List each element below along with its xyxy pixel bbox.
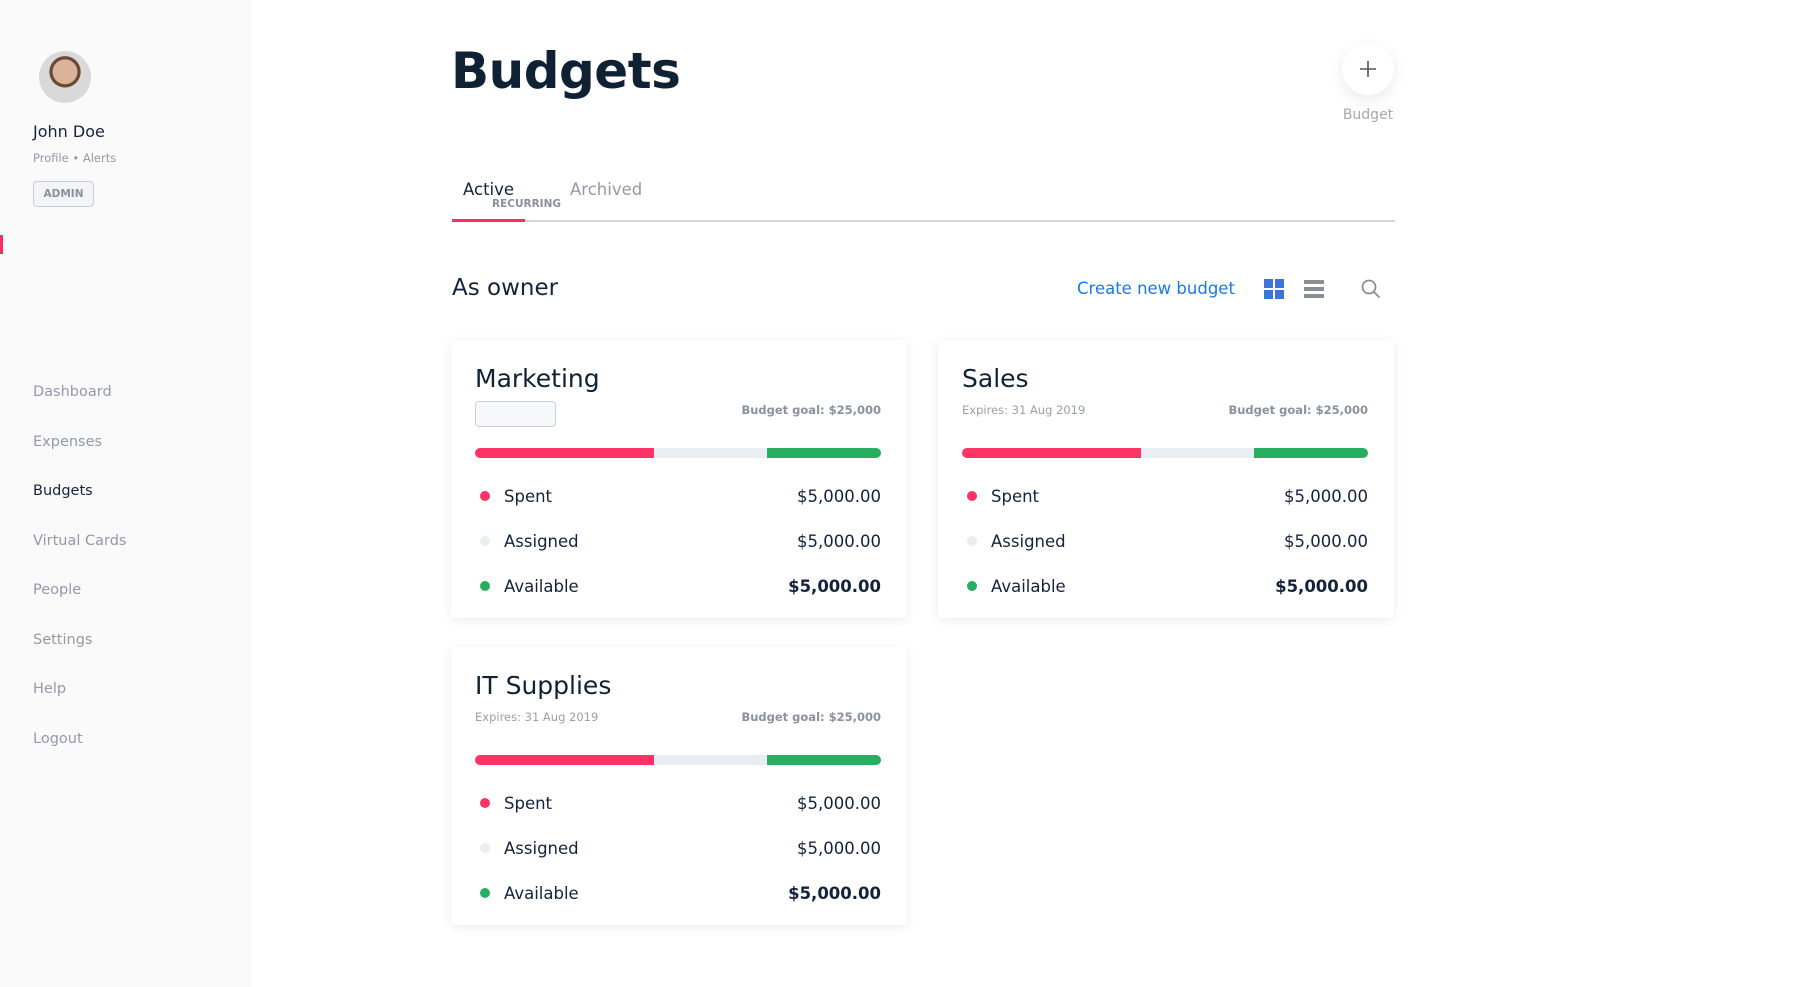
page-title: Budgets: [451, 42, 681, 100]
budget-card[interactable]: IT Supplies Expires: 31 Aug 2019 Budget g…: [451, 647, 907, 925]
budget-row-spent: Spent $5,000.00: [475, 791, 881, 815]
profile-alerts-links[interactable]: Profile • Alerts: [33, 151, 116, 165]
row-value: $5,000.00: [797, 838, 881, 858]
add-budget-button[interactable]: [1342, 43, 1394, 95]
sidebar-item-budgets[interactable]: Budgets: [33, 483, 126, 533]
bar-assigned: [653, 755, 768, 765]
row-label: Spent: [504, 793, 553, 813]
row-value: $5,000.00: [797, 486, 881, 506]
sidebar-item-help[interactable]: Help: [33, 681, 126, 731]
plus-icon: [1360, 61, 1376, 77]
sidebar-item-virtual-cards[interactable]: Virtual Cards: [33, 533, 126, 583]
grid-view-icon[interactable]: [1264, 279, 1284, 299]
tab-archived[interactable]: Archived: [570, 180, 642, 199]
budget-row-spent: Spent $5,000.00: [475, 484, 881, 508]
budget-progress-bar: [962, 448, 1368, 458]
spent-dot-icon: [480, 491, 490, 501]
section-title: As owner: [452, 275, 559, 301]
budget-progress-bar: [475, 448, 881, 458]
row-label: Available: [504, 883, 579, 903]
card-goal: Budget goal: $25,000: [1228, 403, 1368, 417]
row-label: Available: [991, 576, 1066, 596]
active-tab-underline: [452, 219, 525, 222]
budget-row-assigned: Assigned $5,000.00: [475, 529, 881, 553]
bar-assigned: [653, 448, 768, 458]
bar-available: [767, 448, 881, 458]
sidebar-item-settings[interactable]: Settings: [33, 632, 126, 682]
add-budget-label: Budget: [1342, 107, 1394, 123]
sidebar-item-people[interactable]: People: [33, 582, 126, 632]
bar-spent: [475, 755, 654, 765]
bar-spent: [475, 448, 654, 458]
search-icon[interactable]: [1361, 279, 1381, 299]
sidebar-item-logout[interactable]: Logout: [33, 731, 126, 781]
row-label: Spent: [504, 486, 553, 506]
card-title: Marketing: [475, 364, 600, 393]
budget-row-available: Available $5,000.00: [475, 574, 881, 598]
budget-row-available: Available $5,000.00: [475, 881, 881, 905]
budget-row-assigned: Assigned $5,000.00: [962, 529, 1368, 553]
bar-available: [1254, 448, 1368, 458]
card-title: IT Supplies: [475, 671, 612, 700]
active-indicator: [0, 235, 3, 254]
available-dot-icon: [480, 581, 490, 591]
budget-progress-bar: [475, 755, 881, 765]
row-value: $5,000.00: [1275, 576, 1368, 596]
assigned-dot-icon: [967, 536, 977, 546]
role-badge: ADMIN: [33, 181, 94, 207]
user-name: John Doe: [33, 122, 105, 141]
row-value: $5,000.00: [1284, 486, 1368, 506]
card-goal: Budget goal: $25,000: [741, 710, 881, 724]
spent-dot-icon: [480, 798, 490, 808]
row-value: $5,000.00: [797, 531, 881, 551]
tabs: Active RECURRING Archived: [452, 180, 1395, 222]
row-value: $5,000.00: [788, 576, 881, 596]
tab-active[interactable]: Active RECURRING: [463, 180, 561, 210]
row-value: $5,000.00: [788, 883, 881, 903]
sidebar-item-expenses[interactable]: Expenses: [33, 434, 126, 484]
tab-active-sublabel: RECURRING: [492, 198, 561, 210]
bar-assigned: [1140, 448, 1255, 458]
bar-spent: [962, 448, 1141, 458]
budget-row-spent: Spent $5,000.00: [962, 484, 1368, 508]
budget-card[interactable]: Marketing Budget goal: $25,000 Spent $5,…: [451, 340, 907, 618]
card-expires: Expires: 31 Aug 2019: [475, 710, 599, 724]
available-dot-icon: [967, 581, 977, 591]
card-tag-input[interactable]: [475, 401, 556, 427]
budget-row-available: Available $5,000.00: [962, 574, 1368, 598]
available-dot-icon: [480, 888, 490, 898]
assigned-dot-icon: [480, 536, 490, 546]
row-label: Assigned: [504, 531, 579, 551]
row-value: $5,000.00: [797, 793, 881, 813]
sidebar-nav: Dashboard Expenses Budgets Virtual Cards…: [33, 384, 126, 780]
card-title: Sales: [962, 364, 1029, 393]
sidebar: John Doe Profile • Alerts ADMIN Dashboar…: [0, 0, 252, 987]
spent-dot-icon: [967, 491, 977, 501]
avatar[interactable]: [39, 51, 91, 103]
card-goal: Budget goal: $25,000: [741, 403, 881, 417]
tab-active-label: Active: [463, 180, 515, 199]
row-label: Assigned: [504, 838, 579, 858]
bar-available: [767, 755, 881, 765]
budget-card[interactable]: Sales Expires: 31 Aug 2019 Budget goal: $…: [938, 340, 1394, 618]
row-value: $5,000.00: [1284, 531, 1368, 551]
card-expires: Expires: 31 Aug 2019: [962, 403, 1086, 417]
create-budget-link[interactable]: Create new budget: [1077, 279, 1235, 298]
row-label: Spent: [991, 486, 1040, 506]
sidebar-item-dashboard[interactable]: Dashboard: [33, 384, 126, 434]
assigned-dot-icon: [480, 843, 490, 853]
list-view-icon[interactable]: [1304, 279, 1324, 299]
row-label: Assigned: [991, 531, 1066, 551]
row-label: Available: [504, 576, 579, 596]
budget-row-assigned: Assigned $5,000.00: [475, 836, 881, 860]
